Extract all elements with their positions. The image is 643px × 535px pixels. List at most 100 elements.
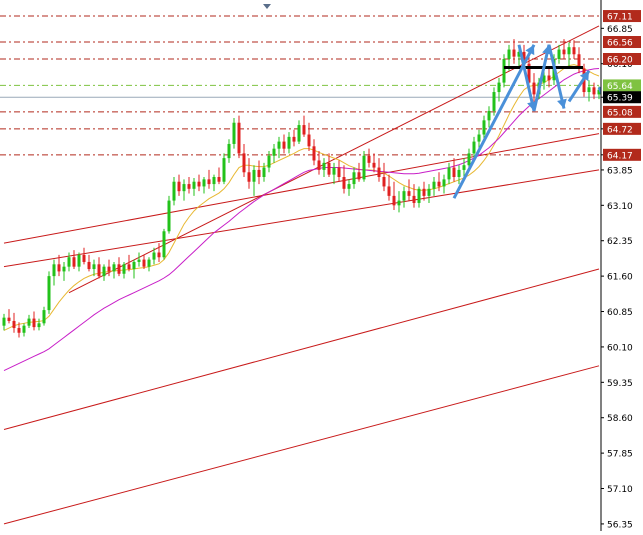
level-badge-label: 65.39: [607, 94, 633, 104]
axis-tick-label: 56.35: [607, 520, 633, 530]
candle-body: [302, 125, 306, 135]
candle-body: [62, 266, 66, 272]
candle: [47, 271, 51, 314]
candle-body: [167, 200, 171, 232]
candle-body: [382, 177, 386, 187]
candle-body: [317, 160, 321, 170]
candle-body: [57, 264, 61, 272]
candle-body: [347, 184, 351, 189]
candle: [502, 54, 506, 88]
candle-body: [287, 136, 291, 149]
candle-body: [352, 172, 356, 185]
candle-body: [452, 167, 456, 177]
candle-body: [492, 92, 496, 111]
candle-body: [107, 266, 111, 272]
level-badge-label: 64.17: [607, 151, 633, 161]
candle-body: [587, 87, 591, 93]
candle-body: [192, 181, 196, 189]
candle-body: [182, 184, 186, 192]
candle-body: [232, 122, 236, 144]
candle-body: [557, 49, 561, 59]
candle-body: [547, 75, 551, 81]
level-badge: 66.20: [603, 53, 641, 66]
candle-body: [367, 155, 371, 163]
level-badge: 64.17: [603, 148, 641, 161]
level-badge-label: 66.56: [607, 39, 633, 49]
candle-body: [147, 259, 151, 267]
candle: [167, 195, 171, 234]
candle-body: [27, 318, 31, 326]
candle-body: [422, 188, 426, 196]
candle-body: [377, 167, 381, 177]
candle-body: [262, 167, 266, 177]
axis-tick-label: 63.85: [607, 166, 633, 176]
candle-body: [402, 191, 406, 201]
candle-body: [512, 49, 516, 57]
candle-body: [487, 110, 491, 121]
candle-body: [507, 49, 511, 59]
chart-background: [0, 0, 643, 531]
candle-body: [412, 195, 416, 203]
axis-tick-label: 60.10: [607, 343, 633, 353]
candle-body: [282, 141, 286, 149]
candle-body: [482, 120, 486, 135]
candle-body: [142, 259, 146, 267]
candle-body: [227, 143, 231, 159]
candle-body: [2, 317, 6, 326]
candle-body: [87, 261, 91, 270]
candle-body: [442, 179, 446, 187]
candle-body: [357, 172, 361, 180]
candle-body: [267, 155, 271, 168]
candle-body: [532, 82, 536, 95]
candle-body: [112, 264, 116, 272]
candle-body: [237, 122, 241, 154]
axis-tick-label: 57.10: [607, 485, 633, 495]
candle-body: [247, 172, 251, 182]
candle-body: [372, 162, 376, 168]
candle-body: [77, 254, 81, 267]
candle-body: [387, 186, 391, 196]
candle-body: [257, 169, 261, 177]
candle-body: [17, 328, 21, 333]
axis-tick-label: 63.10: [607, 202, 633, 212]
candle-body: [12, 320, 16, 329]
candle-body: [37, 323, 41, 328]
level-badge: 65.39: [603, 91, 641, 104]
candle-body: [342, 177, 346, 189]
candle-body: [252, 169, 256, 182]
candle-body: [472, 141, 476, 154]
candle-body: [277, 141, 281, 149]
price-chart: 66.8566.1065.3964.7264.1763.8563.1062.35…: [0, 0, 643, 531]
candle-body: [97, 264, 101, 277]
level-badge-label: 64.72: [607, 125, 633, 135]
candle-body: [497, 82, 501, 93]
axis-tick-label: 61.60: [607, 273, 633, 283]
candle-body: [222, 158, 226, 182]
level-badge-label: 67.11: [607, 13, 633, 23]
candle-body: [197, 181, 201, 187]
candle-body: [187, 184, 191, 189]
candle-body: [437, 181, 441, 187]
candle-body: [337, 167, 341, 177]
candle-body: [457, 169, 461, 177]
candle-body: [242, 153, 246, 173]
candle-body: [272, 148, 276, 156]
candle-body: [22, 325, 26, 333]
candle-body: [152, 252, 156, 260]
candle-body: [117, 264, 121, 274]
candle-body: [132, 261, 136, 270]
candle-body: [162, 231, 166, 258]
candle-body: [467, 153, 471, 166]
candle-body: [417, 188, 421, 203]
candle-body: [157, 252, 161, 258]
candle-body: [212, 177, 216, 185]
candle-body: [122, 264, 126, 274]
level-badge: 67.11: [603, 10, 641, 23]
candle-body: [562, 49, 566, 55]
candle-body: [82, 254, 86, 262]
candle-body: [52, 264, 56, 277]
candle-body: [172, 181, 176, 201]
axis-tick-label: 60.85: [607, 308, 633, 318]
candle-body: [72, 257, 76, 267]
chart-container: 66.8566.1065.3964.7264.1763.8563.1062.35…: [0, 0, 643, 531]
